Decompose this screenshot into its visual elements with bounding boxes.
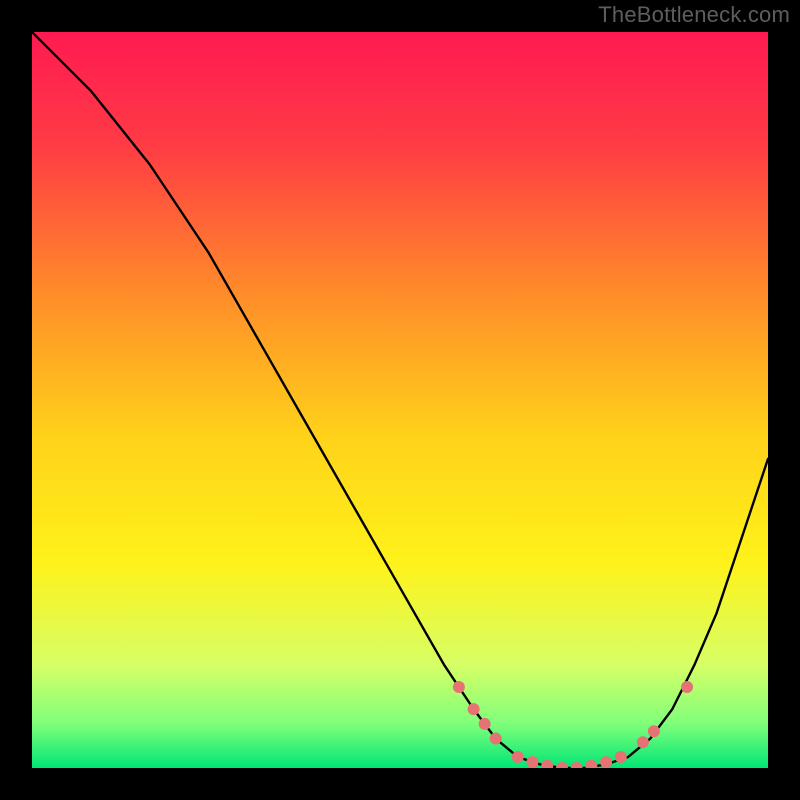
highlight-dot (600, 756, 612, 768)
highlight-dot (512, 751, 524, 763)
highlight-dot (615, 751, 627, 763)
highlight-dot (468, 703, 480, 715)
chart-background (32, 32, 768, 768)
highlight-dot (526, 756, 538, 768)
chart-svg (32, 32, 768, 768)
highlight-dot (490, 733, 502, 745)
highlight-dot (648, 725, 660, 737)
highlight-dot (637, 736, 649, 748)
highlight-dot (479, 718, 491, 730)
highlight-dot (453, 681, 465, 693)
highlight-dot (681, 681, 693, 693)
chart-frame: TheBottleneck.com (0, 0, 800, 800)
plot-area (32, 32, 768, 768)
watermark-text: TheBottleneck.com (598, 2, 790, 28)
